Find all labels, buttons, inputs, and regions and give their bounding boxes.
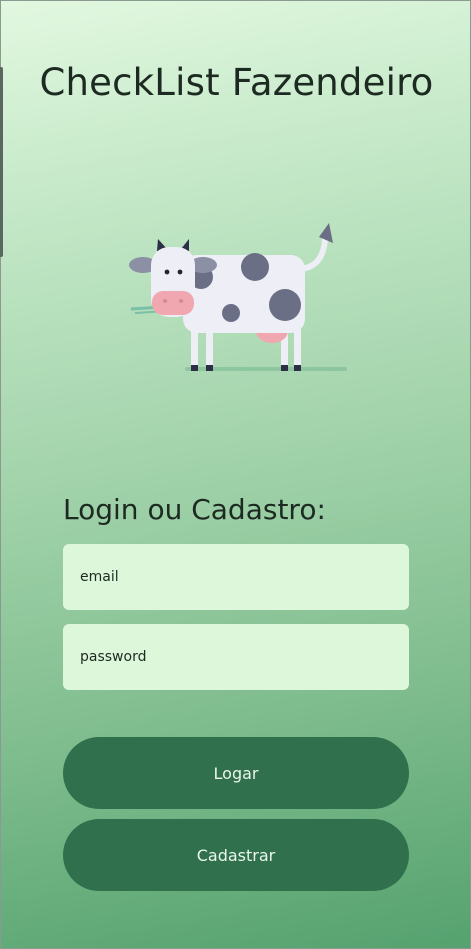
cow-icon [129,223,347,371]
register-button-label: Cadastrar [196,845,276,865]
register-button[interactable]: Cadastrar [63,819,409,891]
login-button[interactable]: Logar [63,737,409,809]
email-placeholder: email [80,569,119,585]
password-field[interactable]: password [63,624,409,690]
email-field[interactable]: email [63,544,409,610]
password-placeholder: password [80,649,147,665]
app-title: CheckList Fazendeiro [39,61,434,104]
login-button-label: Logar [213,763,259,783]
login-heading: Login ou Cadastro: [63,493,326,526]
